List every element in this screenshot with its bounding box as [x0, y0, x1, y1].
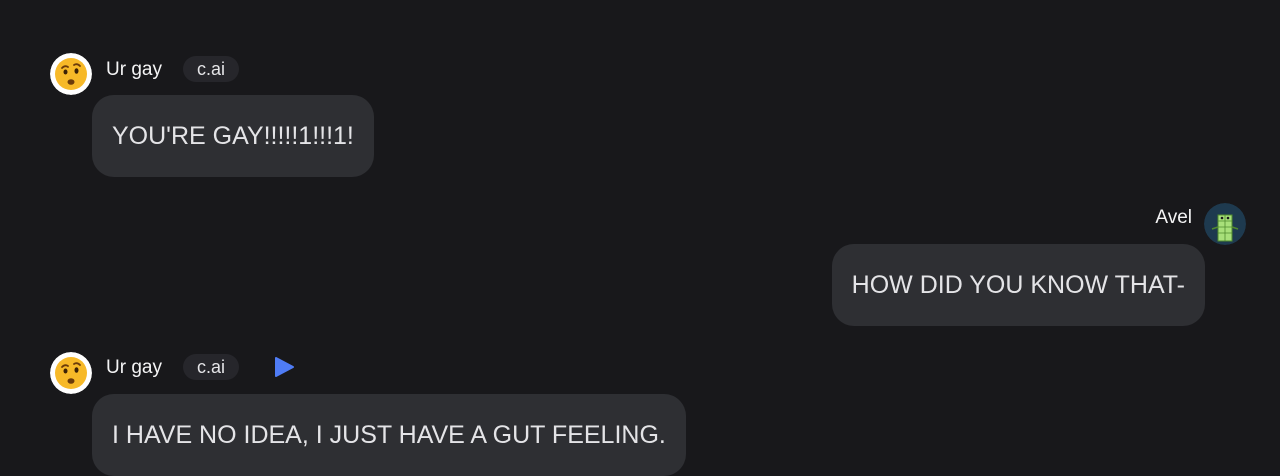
message-bubble: HOW DID YOU KNOW THAT-: [831, 244, 1205, 326]
raised-eyebrow-face-icon: [50, 352, 92, 394]
green-block-character-icon: [1204, 203, 1246, 245]
bot-name[interactable]: Ur gay: [106, 58, 162, 82]
raised-eyebrow-face-icon: [50, 53, 92, 95]
message-bubble: YOU'RE GAY!!!!!1!!!1!: [92, 95, 374, 177]
bot-name[interactable]: Ur gay: [106, 356, 162, 380]
bot-avatar[interactable]: [50, 352, 92, 394]
user-name[interactable]: Avel: [1155, 206, 1192, 230]
bot-avatar[interactable]: [50, 53, 92, 95]
user-avatar[interactable]: [1204, 203, 1246, 245]
bot-badge: c.ai: [183, 354, 240, 380]
message-bubble: I HAVE NO IDEA, I JUST HAVE A GUT FEELIN…: [92, 394, 686, 476]
play-icon[interactable]: [272, 355, 296, 379]
bot-badge: c.ai: [183, 56, 240, 82]
